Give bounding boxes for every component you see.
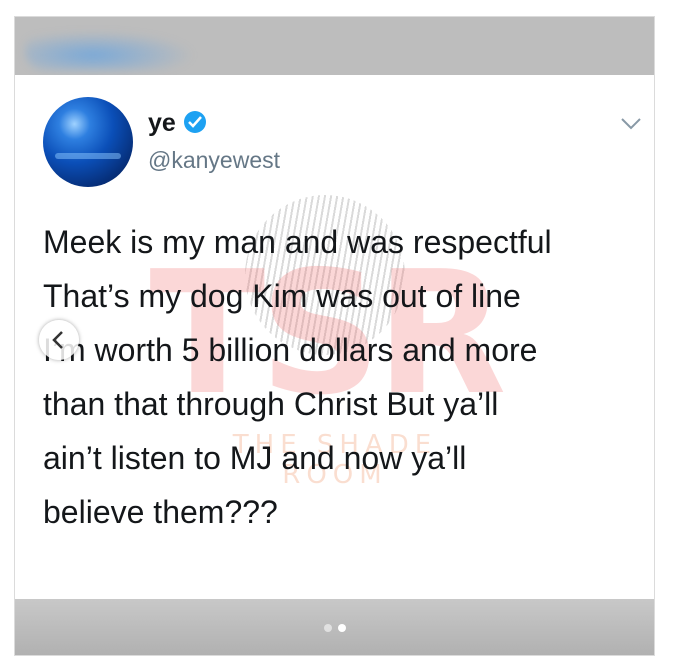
verified-icon [184, 111, 206, 133]
tweet-line: ain’t listen to MJ and now ya’ll [43, 440, 467, 476]
carousel-dot-active[interactable] [338, 624, 346, 632]
tweet-line: That’s my dog Kim was out of line [43, 278, 521, 314]
handle[interactable]: @kanyewest [148, 147, 280, 174]
tweet-line: than that through Christ But ya’ll [43, 386, 499, 422]
carousel-dot[interactable] [324, 624, 332, 632]
chevron-left-icon [52, 331, 63, 349]
display-name[interactable]: ye [148, 109, 176, 138]
tweet-line: Meek is my man and was respectful [43, 224, 552, 260]
avatar[interactable] [43, 97, 133, 187]
post-frame: ye @kanyewest TSR THE SHADE ROOM Meek is… [14, 16, 655, 656]
previous-slide-button[interactable] [39, 320, 79, 360]
tweet-text: Meek is my man and was respectful That’s… [43, 215, 633, 539]
tweet-line: believe them??? [43, 494, 278, 530]
tweet-card: ye @kanyewest TSR THE SHADE ROOM Meek is… [15, 75, 654, 599]
carousel-dots [321, 619, 349, 637]
tweet-line: I’m worth 5 billion dollars and more [43, 332, 538, 368]
next-image-edge [15, 599, 654, 655]
previous-image-edge [15, 17, 654, 75]
chevron-down-icon[interactable] [621, 117, 641, 135]
